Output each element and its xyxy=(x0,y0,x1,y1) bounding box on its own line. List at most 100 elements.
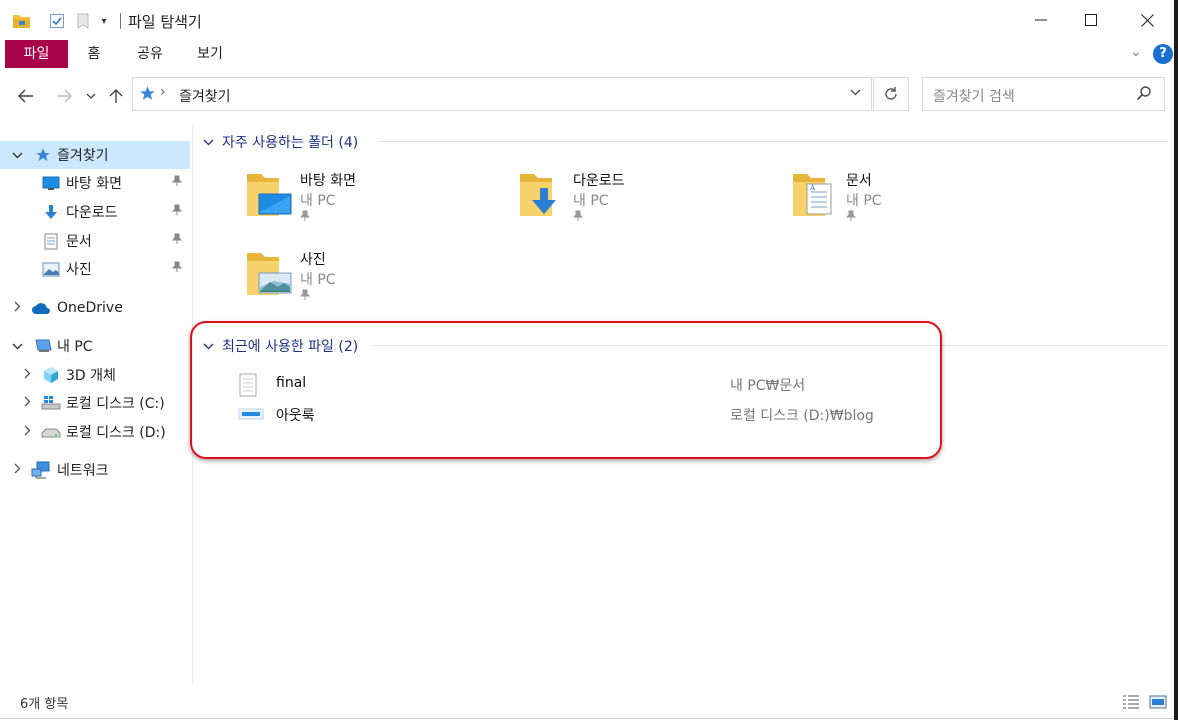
folder-name: 다운로드 xyxy=(573,173,625,189)
expand-chevron-icon[interactable] xyxy=(10,463,24,477)
tab-home[interactable]: 홈 xyxy=(80,40,108,68)
expand-chevron-icon[interactable] xyxy=(20,425,34,439)
sidebar-item-label: 로컬 디스크 (D:) xyxy=(66,425,166,441)
cube-icon xyxy=(41,365,61,385)
maximize-button[interactable] xyxy=(1068,0,1114,40)
folder-name: 문서 xyxy=(846,173,872,189)
pin-icon xyxy=(299,210,311,226)
desktop-folder-icon xyxy=(245,168,293,220)
collapse-chevron-icon[interactable] xyxy=(203,135,214,149)
sidebar-item-this-pc[interactable]: 내 PC xyxy=(0,332,190,360)
document-icon xyxy=(41,231,61,251)
title-separator xyxy=(120,13,121,29)
pin-icon xyxy=(572,210,584,226)
address-bar[interactable]: › 즐겨찾기 xyxy=(132,77,872,111)
pin-icon xyxy=(845,210,857,226)
large-icons-view-icon[interactable] xyxy=(1149,694,1167,710)
title-bar: ▾ 파일 탐색기 xyxy=(0,0,1174,40)
customize-toolbar-icon[interactable]: ▾ xyxy=(98,12,110,30)
pin-icon xyxy=(171,233,183,249)
tab-view[interactable]: 보기 xyxy=(190,40,230,68)
tab-file[interactable]: 파일 xyxy=(5,40,68,68)
close-button[interactable] xyxy=(1124,0,1170,40)
recent-files-highlight-annotation xyxy=(190,321,942,459)
desktop-background-edge xyxy=(1174,0,1178,720)
search-box[interactable]: 즐겨찾기 검색 xyxy=(922,77,1165,111)
expand-chevron-icon[interactable] xyxy=(20,368,34,382)
search-placeholder: 즐겨찾기 검색 xyxy=(933,89,1015,105)
back-button[interactable] xyxy=(14,82,38,110)
tab-share[interactable]: 공유 xyxy=(130,40,170,68)
status-item-count: 6개 항목 xyxy=(20,697,69,712)
sidebar-item-documents[interactable]: 문서 xyxy=(0,227,190,255)
drive-icon xyxy=(41,422,61,442)
sidebar-item-desktop[interactable]: 바탕 화면 xyxy=(0,169,190,197)
sidebar-item-favorites[interactable]: 즐겨찾기 xyxy=(0,141,190,169)
minimize-button[interactable] xyxy=(1018,0,1064,40)
recent-locations-button[interactable] xyxy=(84,82,98,110)
sidebar-item-drive-c[interactable]: 로컬 디스크 (C:) xyxy=(0,389,190,417)
address-dropdown-icon[interactable] xyxy=(850,85,861,99)
sidebar-item-label: 다운로드 xyxy=(66,205,118,221)
group-divider xyxy=(378,141,1168,142)
expand-ribbon-icon[interactable]: ⌄ xyxy=(1130,44,1142,60)
navigation-pane: 즐겨찾기 바탕 화면 다운로드 문서 사진 OneDrive 내 PC 3D 개… xyxy=(0,125,193,685)
star-icon xyxy=(33,145,53,165)
sidebar-item-downloads[interactable]: 다운로드 xyxy=(0,198,190,226)
download-folder-icon xyxy=(518,168,566,220)
collapse-chevron-icon[interactable] xyxy=(10,148,24,162)
breadcrumb-favorites[interactable]: 즐겨찾기 xyxy=(179,86,231,106)
help-button[interactable]: ? xyxy=(1153,44,1173,64)
pictures-folder-icon xyxy=(245,247,293,299)
folder-location: 내 PC xyxy=(573,193,609,209)
breadcrumb-separator-icon[interactable]: › xyxy=(160,84,166,100)
window-title: 파일 탐색기 xyxy=(128,13,202,31)
folder-tile-documents[interactable]: A 문서 내 PC xyxy=(791,168,1041,238)
folder-name: 사진 xyxy=(300,252,326,268)
up-button[interactable] xyxy=(106,82,126,110)
sidebar-item-label: 네트워크 xyxy=(57,463,109,479)
sidebar-item-label: 내 PC xyxy=(57,339,93,355)
pin-icon xyxy=(171,175,183,191)
documents-folder-icon: A xyxy=(791,168,839,220)
folder-tile-downloads[interactable]: 다운로드 내 PC xyxy=(518,168,768,238)
star-icon xyxy=(139,85,156,106)
sidebar-item-onedrive[interactable]: OneDrive xyxy=(0,294,190,322)
sidebar-item-pictures[interactable]: 사진 xyxy=(0,255,190,283)
expand-chevron-icon[interactable] xyxy=(20,396,34,410)
windows-drive-icon xyxy=(41,393,61,413)
file-explorer-window: ▾ 파일 탐색기 파일 홈 공유 보기 ⌄ ? › 즐겨찾기 즐겨찾기 검색 즐… xyxy=(0,0,1175,719)
group-title: 자주 사용하는 폴더 (4) xyxy=(222,135,359,151)
sidebar-item-drive-d[interactable]: 로컬 디스크 (D:) xyxy=(0,418,190,446)
download-icon xyxy=(41,202,61,222)
network-icon xyxy=(31,460,51,480)
folder-name: 바탕 화면 xyxy=(300,173,356,189)
sidebar-item-label: 문서 xyxy=(66,234,92,250)
forward-button[interactable] xyxy=(52,82,76,110)
sidebar-item-3d-objects[interactable]: 3D 개체 xyxy=(0,361,190,389)
folder-tile-pictures[interactable]: 사진 내 PC xyxy=(245,247,495,317)
details-view-icon[interactable] xyxy=(1122,694,1140,710)
frequent-folders-header[interactable]: 자주 사용하는 폴더 (4) xyxy=(203,132,358,152)
folder-location: 내 PC xyxy=(300,193,336,209)
sidebar-item-label: 3D 개체 xyxy=(66,368,116,384)
folder-location: 내 PC xyxy=(300,272,336,288)
pin-icon xyxy=(299,289,311,305)
sidebar-item-label: OneDrive xyxy=(57,300,123,316)
folder-location: 내 PC xyxy=(846,193,882,209)
refresh-button[interactable] xyxy=(873,77,909,111)
sidebar-item-network[interactable]: 네트워크 xyxy=(0,456,190,484)
new-folder-icon[interactable] xyxy=(76,12,90,30)
cloud-icon xyxy=(31,298,51,318)
properties-icon[interactable] xyxy=(48,12,66,30)
folder-app-icon xyxy=(11,12,31,30)
collapse-chevron-icon[interactable] xyxy=(10,339,24,353)
expand-chevron-icon[interactable] xyxy=(10,301,24,315)
sidebar-item-label: 바탕 화면 xyxy=(66,176,122,192)
search-icon[interactable] xyxy=(1136,85,1152,105)
folder-tile-desktop[interactable]: 바탕 화면 내 PC xyxy=(245,168,495,238)
svg-text:A: A xyxy=(809,184,816,192)
pin-icon xyxy=(171,261,183,277)
sidebar-item-label: 로컬 디스크 (C:) xyxy=(66,396,165,412)
sidebar-item-label: 사진 xyxy=(66,262,92,278)
